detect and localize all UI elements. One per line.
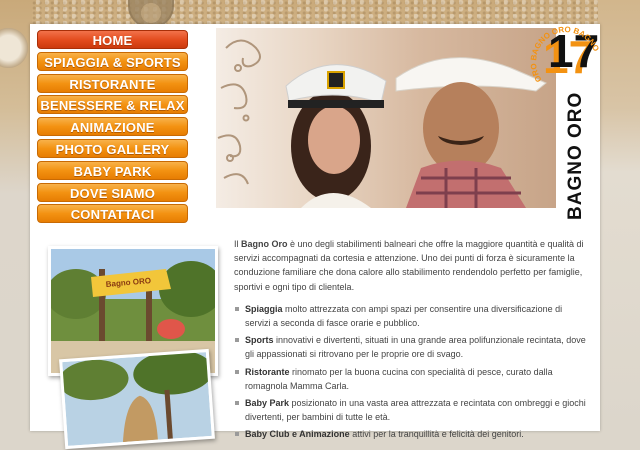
page-container: HOME SPIAGGIA & SPORTS RISTORANTE BENESS… — [30, 24, 600, 450]
list-item: Baby Club e Animazione attivi per la tra… — [234, 427, 586, 441]
woman-face — [308, 106, 360, 174]
list-item: Ristorante rinomato per la buona cucina … — [234, 365, 586, 393]
nav-benessere-relax[interactable]: BENESSERE & RELAX — [37, 95, 188, 115]
bullet-text: innovativi e divertenti, situati in una … — [245, 335, 586, 360]
hero-image — [216, 28, 556, 208]
list-item: Spiaggia molto attrezzata con ampi spazi… — [234, 302, 586, 330]
bullet-title: Spiaggia — [245, 303, 283, 314]
woman-shirt — [301, 193, 371, 208]
list-item: Baby Park posizionato in una vasta area … — [234, 396, 586, 424]
bullet-title: Baby Park — [245, 398, 290, 409]
hat-badge-icon — [327, 71, 345, 89]
beach-photo-playground — [58, 348, 215, 450]
sand-background-right — [598, 0, 640, 431]
bullet-text: molto attrezzata con ampi spazi per cons… — [245, 303, 563, 329]
nav-photo-gallery[interactable]: PHOTO GALLERY — [37, 138, 188, 158]
nav-dove-siamo[interactable]: DOVE SIAMO — [37, 182, 188, 202]
hero-illustration — [217, 39, 547, 208]
svg-text:ORO BAGNO ORO BAGNO: ORO BAGNO ORO BAGNO — [530, 25, 600, 84]
photo-stack: Bagno ORO — [46, 246, 223, 450]
bullet-text: rinomato per la buona cucina con special… — [245, 366, 553, 391]
brand-arc-text: ORO BAGNO ORO BAGNO — [530, 25, 600, 84]
nav-contattaci[interactable]: CONTATTACI — [37, 204, 188, 224]
nav-baby-park[interactable]: BABY PARK — [37, 160, 188, 180]
bullet-text: posizionato in una vasta area attrezzata… — [245, 398, 586, 423]
bullet-title: Sports — [245, 335, 274, 346]
nav-animazione[interactable]: ANIMAZIONE — [37, 117, 188, 137]
woman-hat-band — [288, 100, 384, 108]
intro-prefix: Il — [234, 239, 242, 249]
bullet-title: Ristorante — [245, 366, 290, 377]
main-nav: HOME SPIAGGIA & SPORTS RISTORANTE BENESS… — [37, 30, 188, 226]
nav-spiaggia-sports[interactable]: SPIAGGIA & SPORTS — [37, 51, 188, 71]
services-list: Spiaggia molto attrezzata con ampi spazi… — [234, 302, 586, 442]
man-shirt — [406, 160, 526, 208]
intro-paragraph: Il Bagno Oro è uno degli stabilimenti ba… — [234, 237, 586, 294]
nav-ristorante[interactable]: RISTORANTE — [37, 73, 188, 93]
swirl-ornament — [217, 39, 261, 185]
intro-brand: Bagno Oro — [241, 239, 288, 249]
shell-decoration — [0, 28, 28, 68]
nav-home[interactable]: HOME — [37, 30, 188, 49]
playground-illustration — [58, 350, 214, 446]
list-item: Sports innovativi e divertenti, situati … — [234, 333, 586, 361]
main-content: Il Bagno Oro è uno degli stabilimenti ba… — [234, 237, 586, 445]
brand-name-vertical: BAGNO ORO — [565, 91, 586, 220]
brand-arc-label: ORO BAGNO ORO BAGNO — [530, 25, 600, 84]
man-face — [423, 82, 499, 174]
